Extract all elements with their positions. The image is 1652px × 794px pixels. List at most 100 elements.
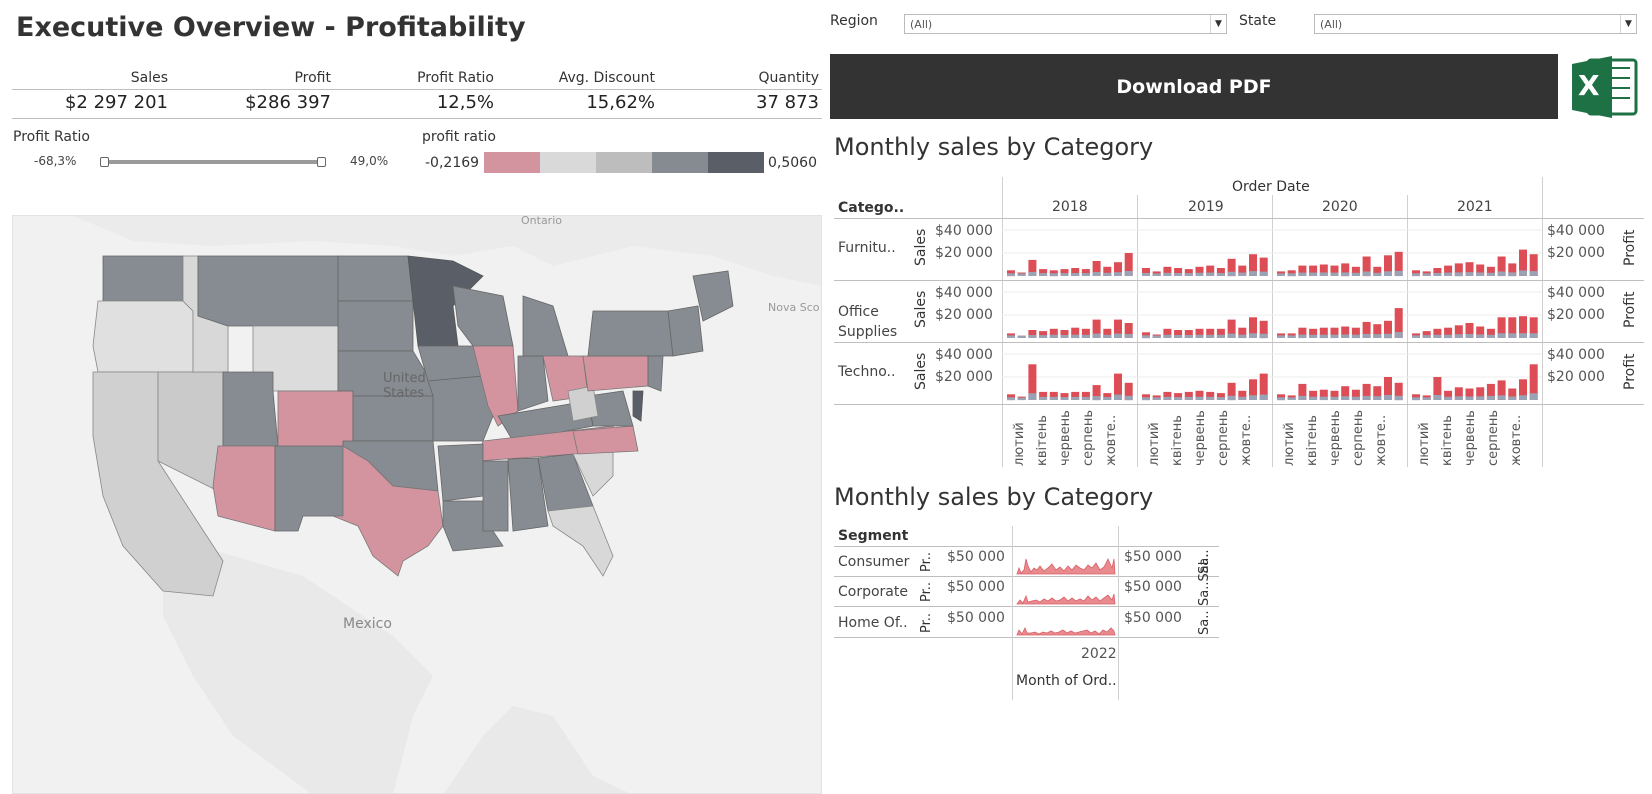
profit-bar[interactable] xyxy=(1124,334,1133,338)
profit-bar[interactable] xyxy=(1508,396,1517,401)
profit-bar[interactable] xyxy=(1384,333,1392,339)
profit-bar[interactable] xyxy=(1519,270,1527,276)
chevron-down-icon[interactable]: ▼ xyxy=(1210,15,1226,33)
profit-bar[interactable] xyxy=(1422,273,1431,276)
profit-bar[interactable] xyxy=(1319,272,1328,277)
profit-map[interactable]: Ontario Nova Sco United States Mexico xyxy=(12,215,822,794)
profit-bar[interactable] xyxy=(1412,397,1420,401)
profit-bar[interactable] xyxy=(1422,335,1431,338)
profit-bar[interactable] xyxy=(1039,335,1048,338)
profit-bar[interactable] xyxy=(1529,393,1538,400)
profit-bar[interactable] xyxy=(1319,334,1328,339)
profit-bar[interactable] xyxy=(1497,271,1506,277)
profit-bar[interactable] xyxy=(1394,332,1403,338)
profit-bar[interactable] xyxy=(1028,271,1037,276)
profit-bar[interactable] xyxy=(1195,334,1204,338)
profit-bar[interactable] xyxy=(1238,272,1247,276)
state-new-jersey[interactable] xyxy=(647,355,664,392)
profit-bar[interactable] xyxy=(1529,333,1538,338)
profit-bar[interactable] xyxy=(1049,334,1058,338)
profit-bar[interactable] xyxy=(1433,395,1442,400)
state-new-york[interactable] xyxy=(587,310,674,357)
profit-bar[interactable] xyxy=(1114,333,1122,338)
profit-bar[interactable] xyxy=(1039,273,1048,276)
profit-bar[interactable] xyxy=(1007,397,1015,401)
profit-bar[interactable] xyxy=(1227,271,1236,277)
profit-bar[interactable] xyxy=(1071,334,1080,339)
profit-bar[interactable] xyxy=(1454,396,1463,400)
profit-bar[interactable] xyxy=(1277,397,1285,401)
state-north-dakota[interactable] xyxy=(337,255,414,302)
profit-bar[interactable] xyxy=(1412,273,1420,277)
profit-bar[interactable] xyxy=(1028,393,1037,400)
profit-bar[interactable] xyxy=(1373,272,1382,276)
profit-bar[interactable] xyxy=(1152,273,1161,276)
profit-bar[interactable] xyxy=(1454,334,1463,338)
profit-bar[interactable] xyxy=(1028,335,1037,338)
profit-bar[interactable] xyxy=(1017,273,1026,277)
profit-bar[interactable] xyxy=(1259,394,1268,400)
profit-bar[interactable] xyxy=(1309,272,1318,276)
profit-bar[interactable] xyxy=(1497,395,1506,400)
sales-bar-chart[interactable] xyxy=(1002,218,1542,404)
profit-bar[interactable] xyxy=(1373,334,1382,338)
profit-bar[interactable] xyxy=(1195,396,1204,400)
profit-bar[interactable] xyxy=(1184,335,1193,338)
profit-bar[interactable] xyxy=(1017,397,1026,401)
profit-bar[interactable] xyxy=(1373,396,1382,400)
profit-bar[interactable] xyxy=(1238,396,1247,400)
profit-bar[interactable] xyxy=(1287,397,1296,400)
profit-bar[interactable] xyxy=(1508,272,1517,277)
slider-min-handle[interactable] xyxy=(100,157,109,167)
profit-bar[interactable] xyxy=(1152,397,1161,400)
profit-bar[interactable] xyxy=(1114,394,1122,400)
slider-max-handle[interactable] xyxy=(317,157,326,167)
profit-bar[interactable] xyxy=(1092,396,1101,401)
profit-bar[interactable] xyxy=(1454,272,1463,277)
profit-bar[interactable] xyxy=(1071,396,1080,400)
profit-bar[interactable] xyxy=(1092,333,1101,338)
profit-bar[interactable] xyxy=(1341,272,1350,277)
profit-bar[interactable] xyxy=(1081,273,1090,276)
profit-bar[interactable] xyxy=(1287,273,1296,277)
profit-bar[interactable] xyxy=(1519,333,1527,338)
state-indiana[interactable] xyxy=(517,355,549,412)
profit-bar[interactable] xyxy=(1384,395,1392,400)
profit-bar[interactable] xyxy=(1529,271,1538,276)
state-arkansas[interactable] xyxy=(437,443,484,502)
profit-bar[interactable] xyxy=(1227,333,1236,338)
state-kansas[interactable] xyxy=(352,395,434,442)
profit-bar[interactable] xyxy=(1298,334,1307,339)
profit-bar[interactable] xyxy=(1433,273,1442,276)
chevron-down-icon[interactable]: ▼ xyxy=(1620,15,1636,33)
profit-bar[interactable] xyxy=(1362,271,1371,277)
profit-bar[interactable] xyxy=(1114,272,1122,276)
profit-bar[interactable] xyxy=(1103,397,1112,400)
profit-bar[interactable] xyxy=(1184,396,1193,400)
profit-bar[interactable] xyxy=(1422,397,1431,400)
profit-bar[interactable] xyxy=(1092,272,1101,276)
state-washington[interactable] xyxy=(102,255,184,302)
state-delaware[interactable] xyxy=(632,390,644,422)
profit-bar[interactable] xyxy=(1049,396,1058,400)
state-north-carolina[interactable] xyxy=(572,425,639,455)
profit-bar[interactable] xyxy=(1351,334,1360,339)
region-dropdown[interactable]: (All) ▼ xyxy=(904,14,1227,34)
profit-bar[interactable] xyxy=(1071,273,1080,276)
profit-bar[interactable] xyxy=(1174,335,1183,338)
profit-bar[interactable] xyxy=(1351,396,1360,401)
profit-bar[interactable] xyxy=(1249,395,1257,400)
profit-bar[interactable] xyxy=(1330,272,1339,276)
profit-bar[interactable] xyxy=(1476,396,1485,400)
profit-bar[interactable] xyxy=(1476,272,1485,277)
profit-bar[interactable] xyxy=(1497,333,1506,338)
profit-bar[interactable] xyxy=(1287,335,1296,338)
profit-bar[interactable] xyxy=(1394,395,1403,401)
state-west-virginia[interactable] xyxy=(567,385,599,422)
profit-bar[interactable] xyxy=(1341,396,1350,400)
profit-bar[interactable] xyxy=(1152,335,1161,339)
profit-bar[interactable] xyxy=(1124,271,1133,276)
profit-bar[interactable] xyxy=(1060,273,1069,276)
state-pennsylvania[interactable] xyxy=(582,355,649,392)
profit-bar[interactable] xyxy=(1362,333,1371,338)
